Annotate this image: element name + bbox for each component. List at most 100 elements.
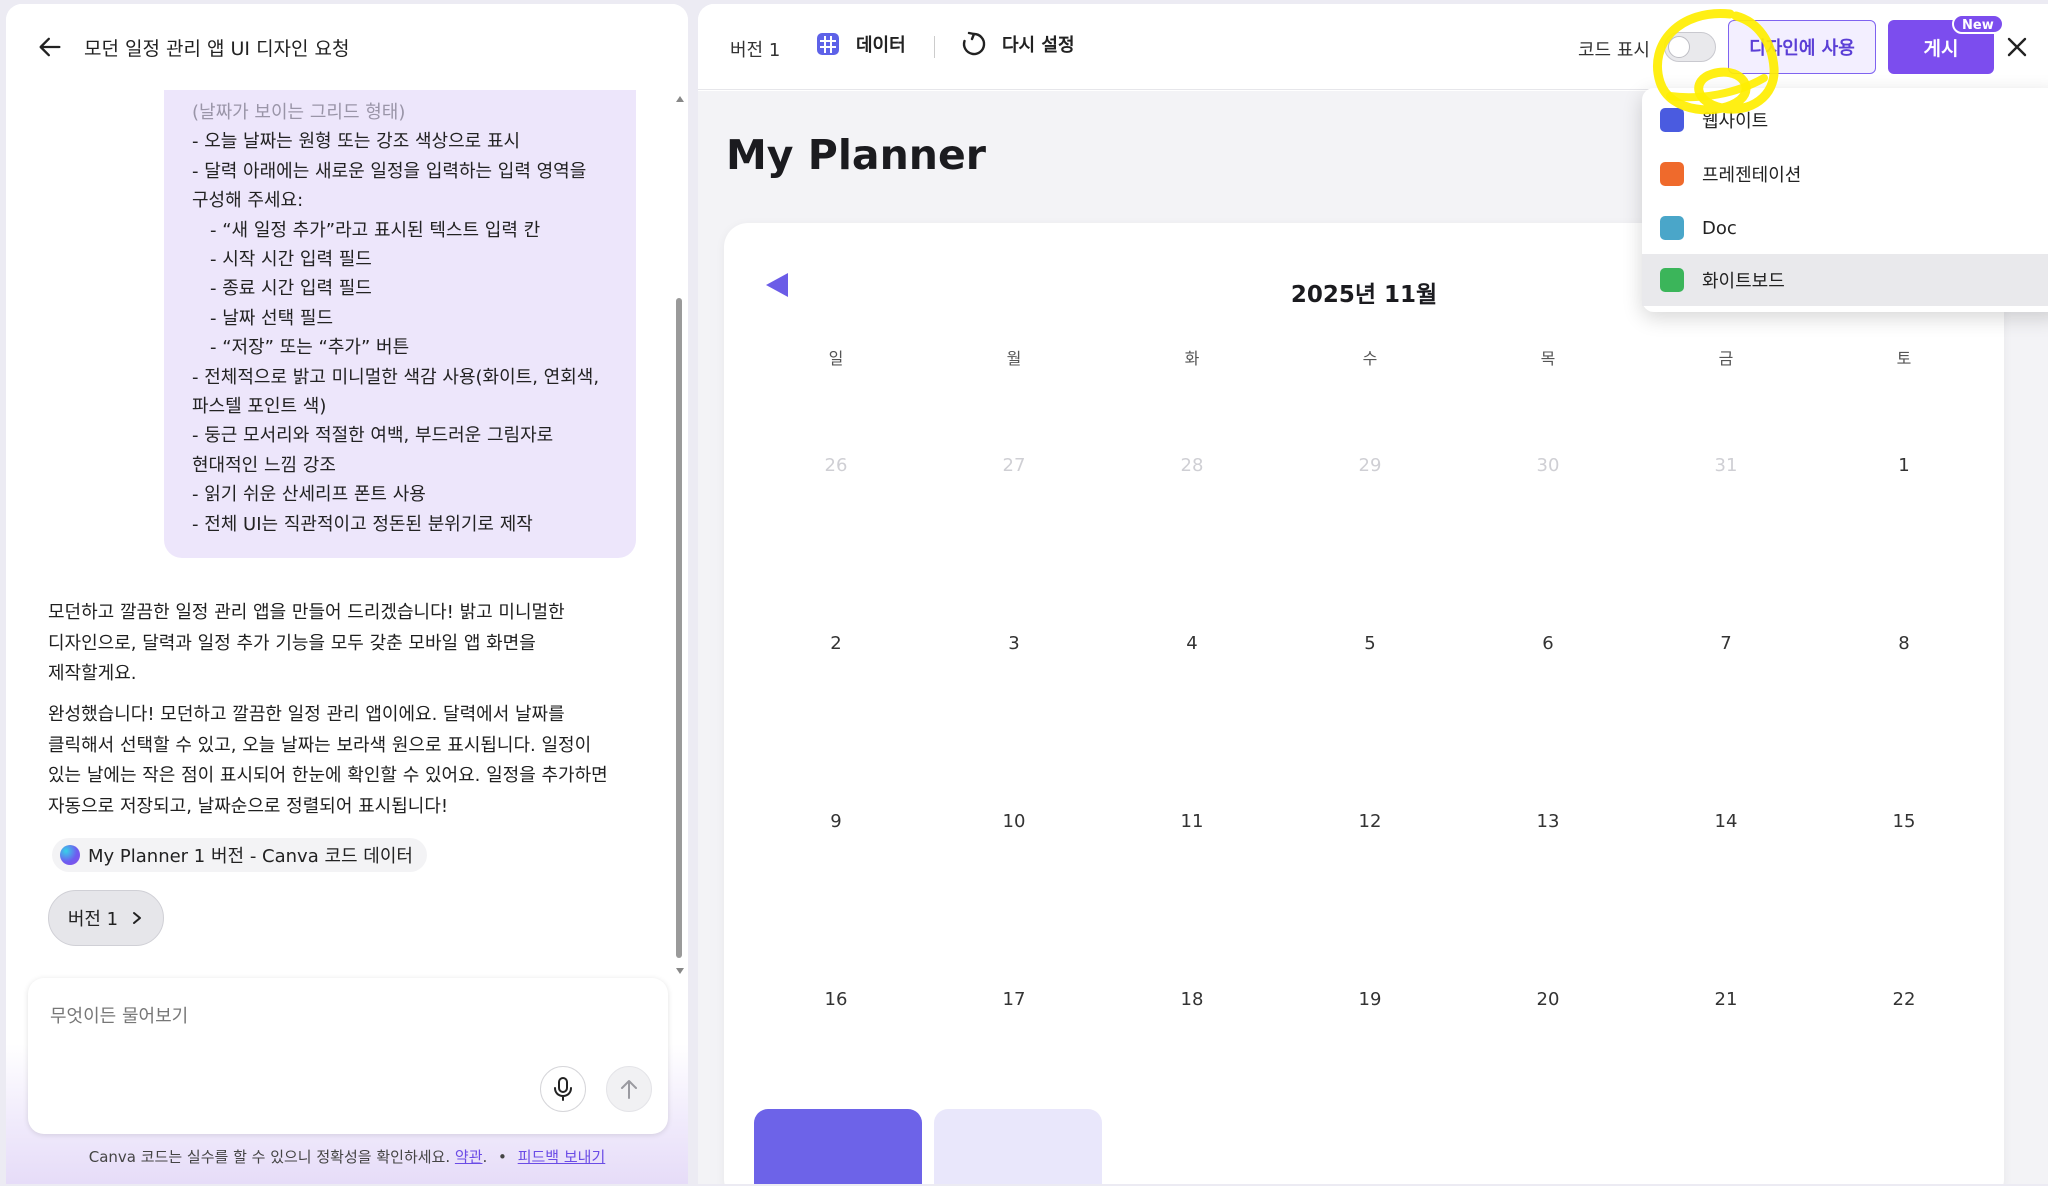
assistant-message: 완성했습니다! 모던하고 깔끔한 일정 관리 앱이에요. 달력에서 날짜를 클릭해… [48, 700, 638, 822]
calendar-day[interactable]: 30 [1518, 455, 1578, 476]
user-message-line: 현대적인 느낌 강조 [192, 454, 336, 476]
feedback-link[interactable]: 피드백 보내기 [518, 1148, 606, 1166]
calendar-day[interactable]: 17 [984, 989, 1044, 1010]
close-icon[interactable] [2004, 34, 2030, 60]
calendar-day[interactable]: 15 [1874, 811, 1934, 832]
user-message-line: - 종료 시간 입력 필드 [210, 278, 372, 300]
code-toggle[interactable] [1664, 32, 1716, 62]
chat-scrollbar[interactable] [674, 90, 684, 980]
calendar-day[interactable]: 19 [1340, 989, 1400, 1010]
user-message-line: 파스텔 포인트 색) [192, 396, 327, 418]
calendar-day[interactable]: 22 [1874, 989, 1934, 1010]
event-tile[interactable] [934, 1109, 1102, 1184]
selected-event-tile[interactable] [754, 1109, 922, 1184]
presentation-icon [1660, 162, 1684, 186]
menu-item-whiteboard[interactable]: 화이트보드 [1642, 254, 2048, 306]
calendar-day[interactable]: 3 [984, 633, 1044, 654]
user-message-line: - “저장” 또는 “추가” 버튼 [210, 337, 410, 359]
menu-item-label: 프레젠테이션 [1702, 165, 1802, 186]
version-label: 버전 1 [67, 909, 119, 930]
scroll-thumb[interactable] [676, 298, 682, 958]
chat-panel: 모던 일정 관리 앱 UI 디자인 요청 (날짜가 보이는 그리드 형태) - 오… [6, 4, 688, 1184]
calendar-day[interactable]: 6 [1518, 633, 1578, 654]
menu-item-label: Doc [1702, 217, 1737, 239]
code-toggle-label: 코드 표시 [1578, 40, 1650, 61]
terms-link[interactable]: 약관 [455, 1148, 483, 1166]
chat-input-card [28, 978, 668, 1134]
calendar-day[interactable]: 28 [1162, 455, 1222, 476]
weekday-header: 월 [1006, 349, 1022, 368]
disclaimer-text: Canva 코드는 실수를 할 수 있으니 정확성을 확인하세요. [88, 1148, 451, 1166]
use-in-design-menu: 웹사이트프레젠테이션 Doc 화이트보드 [1642, 88, 2048, 312]
weekday-header: 토 [1896, 349, 1912, 368]
user-message-line: - “새 일정 추가”라고 표시된 텍스트 입력 칸 [210, 219, 541, 241]
menu-item-doc[interactable]: Doc [1642, 202, 2048, 254]
website-icon [1660, 108, 1684, 132]
weekday-header: 수 [1362, 349, 1378, 368]
canva-code-data-chip[interactable]: My Planner 1 버전 - Canva 코드 데이터 [52, 838, 427, 872]
assistant-message-line: 디자인으로, 달력과 일정 추가 기능을 모두 갖춘 모바일 앱 화면을 [48, 632, 536, 654]
user-message-line: - 날짜 선택 필드 [210, 307, 334, 329]
chat-input[interactable] [50, 998, 610, 1034]
send-button[interactable] [606, 1066, 652, 1112]
calendar-card: 2025년 11월 일 월 화 수 목 금 토 26 27 28 29 30 31 1 2 3 4 5 6 7 8 9 10… [724, 223, 2004, 1184]
calendar-day[interactable]: 2 [806, 633, 866, 654]
user-message-line: - 전체적으로 밝고 미니멀한 색감 사용(화이트, 연회색, [192, 366, 600, 388]
chevron-right-icon [133, 912, 142, 924]
calendar-day[interactable]: 8 [1874, 633, 1934, 654]
calendar-day[interactable]: 26 [806, 455, 866, 476]
canva-logo-icon [60, 845, 80, 865]
preview-toolbar: 버전 1 데이터 다시 설정 코드 표시 디자인에 사용 게시 New [698, 4, 2048, 90]
reset-button[interactable]: 다시 설정 [960, 30, 1075, 58]
calendar-day[interactable]: 10 [984, 811, 1044, 832]
menu-item-website[interactable]: 웹사이트 [1642, 94, 2048, 146]
chat-header: 모던 일정 관리 앱 UI 디자인 요청 [6, 4, 688, 90]
scroll-up-arrow-icon[interactable] [676, 96, 684, 102]
back-arrow-icon[interactable] [36, 33, 64, 61]
user-message-line: - 둥근 모서리와 적절한 여백, 부드러운 그림자로 [192, 425, 554, 447]
weekday-header: 화 [1184, 349, 1200, 368]
use-in-design-button[interactable]: 디자인에 사용 [1728, 20, 1876, 74]
table-grid-icon [817, 33, 839, 55]
calendar-day[interactable]: 1 [1874, 455, 1934, 476]
version-button[interactable]: 버전 1 [48, 890, 164, 946]
data-label: 데이터 [856, 35, 906, 56]
calendar-day[interactable]: 11 [1162, 811, 1222, 832]
data-button[interactable]: 데이터 [814, 30, 906, 58]
user-message-line: - 읽기 쉬운 산세리프 폰트 사용 [192, 484, 426, 506]
arrow-up-icon [621, 1080, 637, 1099]
calendar-day[interactable]: 7 [1696, 633, 1756, 654]
refresh-icon [962, 31, 986, 56]
scroll-down-arrow-icon[interactable] [676, 968, 684, 974]
calendar-day[interactable]: 4 [1162, 633, 1222, 654]
version-indicator[interactable]: 버전 1 [730, 36, 780, 62]
calendar-day[interactable]: 5 [1340, 633, 1400, 654]
calendar-day[interactable]: 14 [1696, 811, 1756, 832]
calendar-day[interactable]: 27 [984, 455, 1044, 476]
weekday-header: 일 [828, 349, 844, 368]
assistant-message-line: 자동으로 저장되고, 날짜순으로 정렬되어 표시됩니다! [48, 795, 449, 817]
doc-icon [1660, 216, 1684, 240]
calendar-day[interactable]: 21 [1696, 989, 1756, 1010]
whiteboard-icon [1660, 268, 1684, 292]
calendar-day[interactable]: 18 [1162, 989, 1222, 1010]
menu-item-label: 웹사이트 [1702, 111, 1769, 132]
calendar-day[interactable]: 20 [1518, 989, 1578, 1010]
assistant-message-line: 클릭해서 선택할 수 있고, 오늘 날짜는 보라색 원으로 표시됩니다. 일정이 [48, 734, 592, 756]
user-message-line: 구성해 주세요: [192, 190, 304, 212]
calendar-day[interactable]: 16 [806, 989, 866, 1010]
calendar-day[interactable]: 9 [806, 811, 866, 832]
new-badge: New [1952, 14, 2004, 34]
calendar-day[interactable]: 31 [1696, 455, 1756, 476]
microphone-icon [554, 1077, 572, 1101]
menu-item-presentation[interactable]: 프레젠테이션 [1642, 148, 2048, 200]
user-message-line: - 달력 아래에는 새로운 일정을 입력하는 입력 영역을 [192, 160, 587, 182]
chat-title: 모던 일정 관리 앱 UI 디자인 요청 [84, 37, 350, 60]
data-chip-label: My Planner 1 버전 - Canva 코드 데이터 [88, 846, 413, 867]
weekday-header: 금 [1718, 349, 1734, 368]
calendar-day[interactable]: 29 [1340, 455, 1400, 476]
assistant-message: 모던하고 깔끔한 일정 관리 앱을 만들어 드리겠습니다! 밝고 미니멀한 디자인… [48, 598, 638, 690]
calendar-day[interactable]: 12 [1340, 811, 1400, 832]
microphone-button[interactable] [540, 1066, 586, 1112]
calendar-day[interactable]: 13 [1518, 811, 1578, 832]
